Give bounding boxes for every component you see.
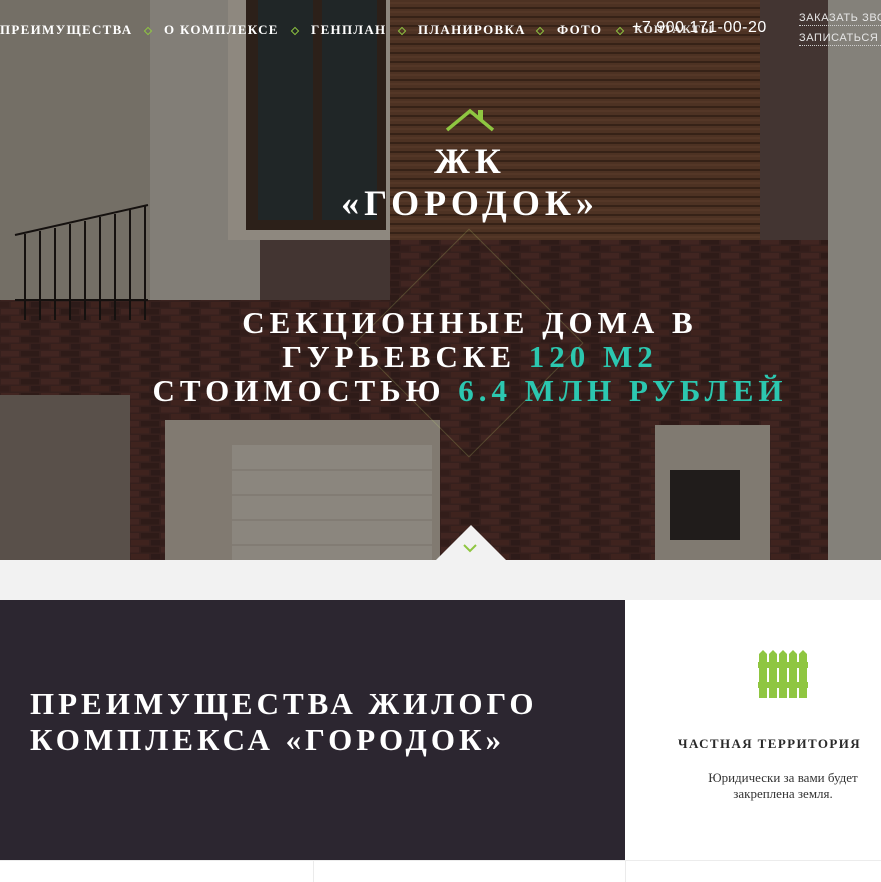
headline-line-2: ГУРЬЕВСКЕ 120 М2 — [0, 340, 881, 374]
nav-item-layout[interactable]: ПЛАНИРОВКА — [418, 20, 526, 40]
book-visit-link[interactable]: ЗАПИСАТЬСЯ НА — [799, 32, 881, 46]
nav-item-advantages[interactable]: ПРЕИМУЩЕСТВА — [0, 20, 133, 40]
page-title: ЖК «ГОРОДОК» — [0, 140, 881, 224]
headline-city: ГУРЬЕВСКЕ — [282, 339, 517, 374]
diamond-separator-icon — [535, 26, 545, 36]
nav-item-photo[interactable]: ФОТО — [557, 20, 602, 40]
hero-headline: СЕКЦИОННЫЕ ДОМА В ГУРЬЕВСКЕ 120 М2 СТОИМ… — [0, 306, 881, 408]
headline-line-1: СЕКЦИОННЫЕ ДОМА В — [242, 305, 698, 340]
headline-price-label: СТОИМОСТЬЮ — [152, 373, 446, 408]
request-call-link[interactable]: ЗАКАЗАТЬ ЗВОНОК — [799, 12, 881, 26]
headline-line-3: СТОИМОСТЬЮ 6.4 МЛН РУБЛЕЙ — [0, 374, 881, 408]
advantages-header-panel: ПРЕИМУЩЕСТВА ЖИЛОГО КОМПЛЕКСА «ГОРОДОК» — [0, 600, 625, 860]
chevron-down-icon[interactable] — [462, 543, 478, 553]
house-logo-icon — [445, 108, 495, 132]
nav-item-genplan[interactable]: ГЕНПЛАН — [311, 20, 386, 40]
advantages-title: ПРЕИМУЩЕСТВА ЖИЛОГО КОМПЛЕКСА «ГОРОДОК» — [30, 686, 538, 758]
phone-number[interactable]: +7 900 171-00-20 — [632, 19, 767, 37]
headline-area: 120 М2 — [528, 339, 658, 374]
title-line-2: «ГОРОДОК» — [341, 183, 599, 223]
advantages-title-line-1: ПРЕИМУЩЕСТВА ЖИЛОГО — [30, 686, 538, 721]
card-title: ЧАСТНАЯ ТЕРРИТОРИЯ — [678, 736, 862, 751]
card-description: Юридически за вами будет закреплена земл… — [708, 770, 858, 801]
headline-price: 6.4 МЛН РУБЛЕЙ — [458, 373, 788, 408]
next-row-strip — [0, 860, 881, 882]
advantage-card: ЧАСТНАЯ ТЕРРИТОРИЯ Юридически за вами бу… — [625, 600, 881, 860]
nav-item-about[interactable]: О КОМПЛЕКСЕ — [164, 20, 279, 40]
divider — [313, 861, 314, 882]
hero-section: ПРЕИМУЩЕСТВА О КОМПЛЕКСЕ ГЕНПЛАН ПЛАНИРО… — [0, 0, 881, 560]
advantages-title-line-2: КОМПЛЕКСА «ГОРОДОК» — [30, 722, 505, 757]
diamond-separator-icon — [143, 26, 153, 36]
diamond-separator-icon — [615, 26, 625, 36]
divider — [625, 861, 626, 882]
diamond-separator-icon — [397, 26, 407, 36]
title-line-1: ЖК — [434, 141, 506, 181]
fence-icon — [758, 650, 808, 698]
diamond-separator-icon — [290, 26, 300, 36]
